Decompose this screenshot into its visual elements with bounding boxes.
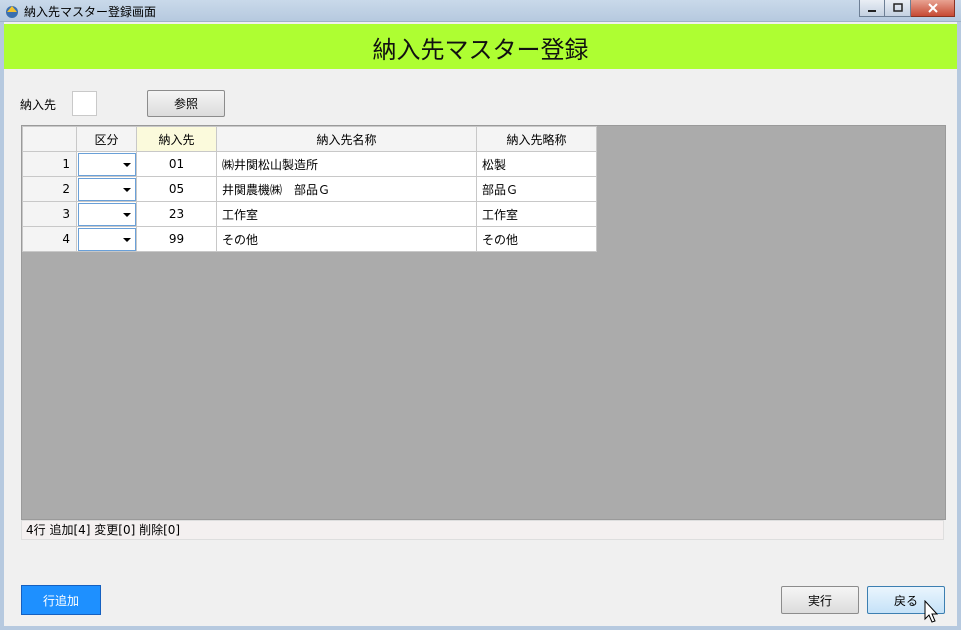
delivery-label: 納入先 bbox=[20, 98, 57, 112]
header-kubun[interactable]: 区分 bbox=[76, 126, 137, 152]
kubun-dropdown[interactable] bbox=[77, 152, 136, 176]
table-row[interactable]: 1 01 ㈱井関松山製造所 松製 bbox=[22, 151, 597, 177]
minimize-icon bbox=[868, 10, 876, 12]
row-number: 4 bbox=[22, 226, 77, 252]
row-number: 3 bbox=[22, 201, 77, 227]
header-name[interactable]: 納入先名称 bbox=[216, 126, 477, 152]
page-title: 納入先マスター登録 bbox=[372, 36, 589, 64]
abbr-cell[interactable]: 工作室 bbox=[476, 201, 597, 227]
header-band: 納入先マスター登録 bbox=[4, 24, 957, 69]
code-cell[interactable]: 05 bbox=[136, 176, 217, 202]
close-icon bbox=[927, 3, 938, 13]
mouse-cursor-icon bbox=[924, 600, 939, 623]
add-row-button[interactable]: 行追加 bbox=[21, 585, 101, 615]
name-cell[interactable]: 工作室 bbox=[216, 201, 477, 227]
kubun-select[interactable] bbox=[76, 201, 137, 227]
close-button[interactable] bbox=[911, 0, 955, 17]
table-header-row: 区分 納入先 納入先名称 納入先略称 bbox=[22, 126, 597, 152]
chevron-down-icon bbox=[122, 187, 131, 192]
data-grid: 区分 納入先 納入先名称 納入先略称 1 01 ㈱井関松山製造所 松製 2 05… bbox=[21, 125, 946, 520]
kubun-dropdown[interactable] bbox=[77, 202, 136, 226]
maximize-button[interactable] bbox=[885, 0, 911, 17]
window-controls bbox=[859, 0, 955, 18]
kubun-select[interactable] bbox=[76, 226, 137, 252]
code-cell[interactable]: 01 bbox=[136, 151, 217, 177]
name-cell[interactable]: 井関農機㈱ 部品Ｇ bbox=[216, 176, 477, 202]
header-row-number bbox=[22, 126, 77, 152]
table-row[interactable]: 2 05 井関農機㈱ 部品Ｇ 部品Ｇ bbox=[22, 176, 597, 202]
name-cell[interactable]: その他 bbox=[216, 226, 477, 252]
run-button[interactable]: 実行 bbox=[781, 586, 859, 614]
header-code[interactable]: 納入先 bbox=[136, 126, 217, 152]
abbr-cell[interactable]: 部品Ｇ bbox=[476, 176, 597, 202]
code-cell[interactable]: 23 bbox=[136, 201, 217, 227]
minimize-button[interactable] bbox=[859, 0, 885, 17]
status-bar: 4行 追加[4] 変更[0] 削除[0] bbox=[21, 520, 944, 540]
window-title: 納入先マスター登録画面 bbox=[24, 5, 157, 19]
abbr-cell[interactable]: 松製 bbox=[476, 151, 597, 177]
code-cell[interactable]: 99 bbox=[136, 226, 217, 252]
kubun-select[interactable] bbox=[76, 151, 137, 177]
kubun-select[interactable] bbox=[76, 176, 137, 202]
maximize-icon bbox=[892, 3, 903, 12]
chevron-down-icon bbox=[122, 212, 131, 217]
window-titlebar: 納入先マスター登録画面 bbox=[0, 0, 961, 22]
reference-button[interactable]: 参照 bbox=[147, 90, 225, 117]
app-icon bbox=[6, 6, 18, 18]
table-row[interactable]: 4 99 その他 その他 bbox=[22, 226, 597, 252]
abbr-cell[interactable]: その他 bbox=[476, 226, 597, 252]
row-number: 1 bbox=[22, 151, 77, 177]
chevron-down-icon bbox=[122, 237, 131, 242]
table-row[interactable]: 3 23 工作室 工作室 bbox=[22, 201, 597, 227]
delivery-table: 区分 納入先 納入先名称 納入先略称 1 01 ㈱井関松山製造所 松製 2 05… bbox=[22, 126, 597, 252]
header-abbr[interactable]: 納入先略称 bbox=[476, 126, 597, 152]
kubun-dropdown[interactable] bbox=[77, 227, 136, 251]
chevron-down-icon bbox=[122, 162, 131, 167]
name-cell[interactable]: ㈱井関松山製造所 bbox=[216, 151, 477, 177]
delivery-code-input[interactable] bbox=[72, 91, 97, 116]
kubun-dropdown[interactable] bbox=[77, 177, 136, 201]
row-number: 2 bbox=[22, 176, 77, 202]
